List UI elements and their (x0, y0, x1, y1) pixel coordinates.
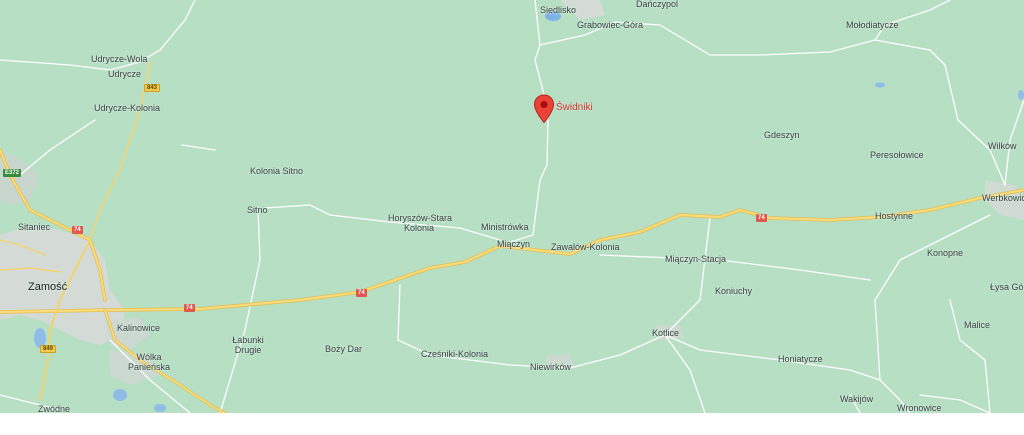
place-label-mieczyn-stacja[interactable]: Miączyn-Stacja (665, 254, 726, 264)
place-label-line: Łabunki (232, 335, 264, 345)
place-label-molodiatycze[interactable]: Mołodiatycze (846, 20, 899, 30)
place-label-line: Panieńska (127, 362, 171, 372)
place-label-kalinowice[interactable]: Kalinowice (117, 323, 160, 333)
place-label-wilkow[interactable]: Wilków (988, 141, 1017, 151)
place-label-udrycze-kolonia[interactable]: Udrycze-Kolonia (94, 103, 160, 113)
place-label-sitno[interactable]: Sitno (247, 205, 268, 215)
place-label-peresolowice[interactable]: Peresołowice (870, 150, 924, 160)
water-right (1018, 90, 1024, 100)
place-label-zwodne[interactable]: Zwódne (38, 404, 70, 413)
place-label-zamosc[interactable]: Zamość (28, 282, 67, 293)
road-shield-74-east: 74 (756, 214, 767, 222)
place-label-lysa-gora[interactable]: Łysa Góra (990, 282, 1024, 292)
urban-area-west (0, 150, 40, 205)
place-label-siedlisko[interactable]: Siedlisko (540, 5, 576, 15)
place-label-sitaniec[interactable]: Sitaniec (18, 222, 50, 232)
place-label-ministrowka[interactable]: Ministrówka (481, 222, 529, 232)
place-label-grabowiec-gora[interactable]: Grabowiec-Góra (577, 20, 643, 30)
road-shield-843: 843 (144, 84, 161, 92)
place-label-line: Kolonia (403, 223, 435, 233)
map-canvas[interactable]: 843 E372 74 74 74 74 849 Siedlisko Dańcz… (0, 0, 1024, 413)
place-label-labunki-drugie[interactable]: Łabunki Drugie (227, 335, 269, 355)
place-label-werbkowice[interactable]: Werbkowice (982, 193, 1024, 203)
place-label-niewirkow[interactable]: Niewirków (530, 362, 571, 372)
place-label-hostynne[interactable]: Hostynne (875, 211, 913, 221)
map-footer (0, 413, 1024, 435)
place-label-line: Horyszów-Stara (388, 213, 453, 223)
road-shield-74-center: 74 (356, 289, 367, 297)
place-label-bozy-dar[interactable]: Boży Dar (325, 344, 362, 354)
place-label-kolonia-sitno[interactable]: Kolonia Sitno (250, 166, 303, 176)
marker-label[interactable]: Świdniki (556, 102, 593, 113)
place-label-malice[interactable]: Malice (964, 320, 990, 330)
place-label-wolka-panienska[interactable]: Wólka Panieńska (125, 352, 173, 372)
road-shield-74-zamosc: 74 (72, 226, 83, 234)
place-label-wronowice[interactable]: Wronowice (897, 403, 941, 413)
road-shield-74-west: 74 (184, 304, 195, 312)
place-label-line: Drugie (234, 345, 262, 355)
place-label-mieczyn[interactable]: Miączyn (497, 239, 530, 249)
place-label-koniuchy[interactable]: Koniuchy (715, 286, 752, 296)
water-zamosc-2 (113, 389, 127, 401)
place-label-zawalow-kolonia[interactable]: Zawalów-Kolonia (551, 242, 620, 252)
place-label-honiatycze[interactable]: Honiatycze (778, 354, 823, 364)
place-label-czesniki-kolonia[interactable]: Cześniki-Kolonia (421, 349, 488, 359)
location-pin-icon[interactable] (533, 94, 555, 124)
road-shield-849: 849 (40, 345, 57, 353)
road-shield-e372: E372 (3, 169, 22, 177)
water-zamosc-3 (154, 404, 166, 412)
water-east (875, 82, 885, 88)
place-label-gdeszyn[interactable]: Gdeszyn (764, 130, 800, 140)
place-label-line: Wólka (136, 352, 162, 362)
place-label-konopne[interactable]: Konopne (927, 248, 963, 258)
place-label-udrycze-wola[interactable]: Udrycze-Wola (91, 54, 147, 64)
place-label-horyszow-stara-kolonia[interactable]: Horyszów-Stara Kolonia (388, 213, 453, 233)
place-label-wakijow[interactable]: Wakijów (840, 394, 873, 404)
place-label-danczypol[interactable]: Dańczypol (636, 0, 678, 9)
place-label-udrycze[interactable]: Udrycze (108, 69, 141, 79)
place-label-kotlice[interactable]: Kotlice (652, 328, 679, 338)
